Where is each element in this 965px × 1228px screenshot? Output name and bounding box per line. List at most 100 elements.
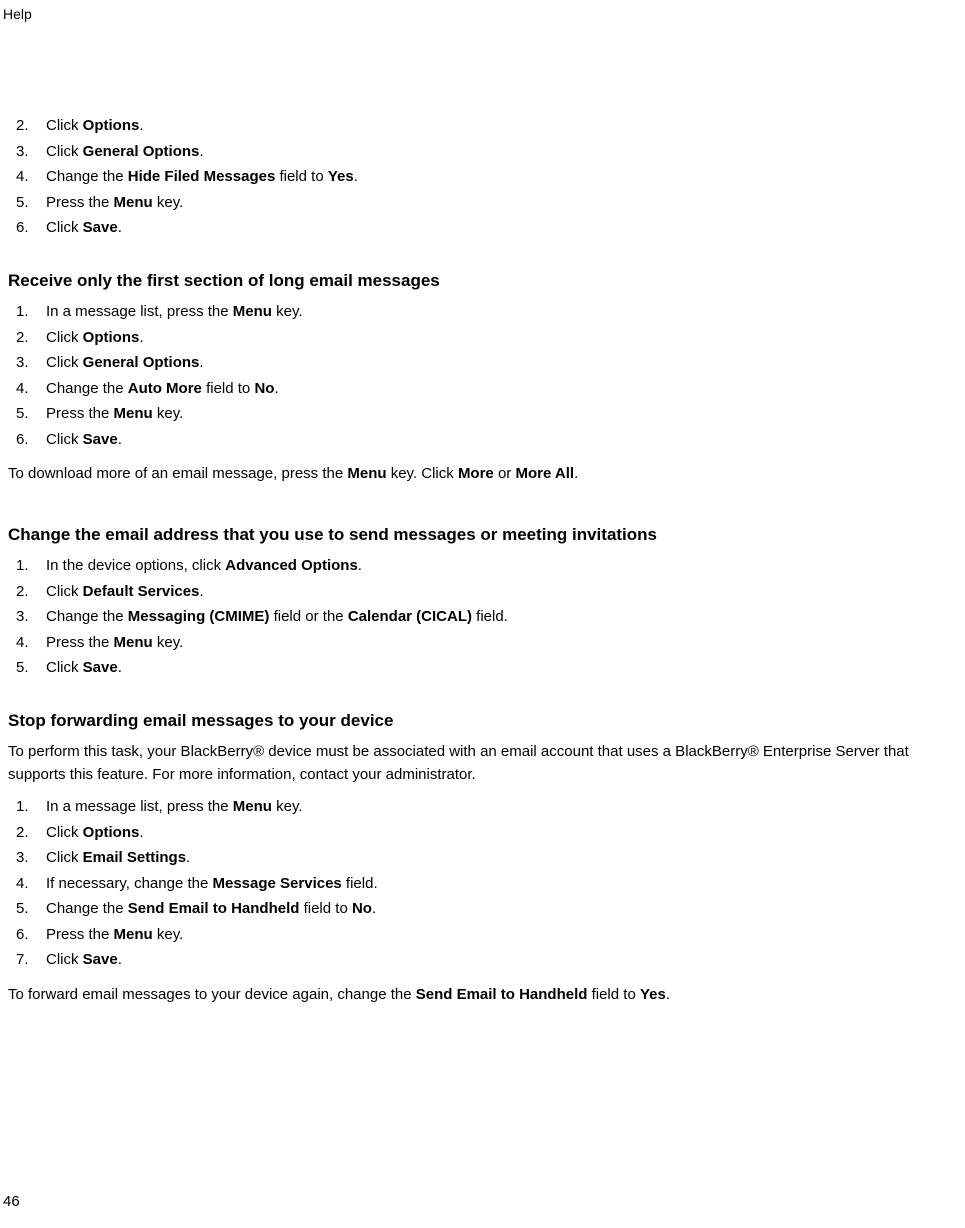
list-text: Click Save.: [46, 949, 957, 972]
list-item: 1. In a message list, press the Menu key…: [16, 796, 957, 819]
text: In a message list, press the: [46, 798, 233, 815]
section-heading: Receive only the first section of long e…: [8, 268, 957, 294]
list-number: 5.: [16, 657, 46, 680]
text: key.: [153, 405, 184, 422]
text: .: [274, 380, 278, 397]
bold-text: General Options: [83, 143, 200, 160]
text: Click: [46, 117, 83, 134]
bold-text: Yes: [328, 168, 354, 185]
text: field to: [275, 168, 328, 185]
list-number: 2.: [16, 581, 46, 604]
list-text: Click Save.: [46, 657, 957, 680]
text: .: [118, 659, 122, 676]
bold-text: Menu: [114, 405, 153, 422]
list-text: Change the Send Email to Handheld field …: [46, 898, 957, 921]
list-item: 7. Click Save.: [16, 949, 957, 972]
bold-text: Email Settings: [83, 849, 186, 866]
text: In a message list, press the: [46, 303, 233, 320]
text: .: [139, 824, 143, 841]
bold-text: Options: [83, 824, 140, 841]
text: Click: [46, 951, 83, 968]
list-item: 4. Change the Hide Filed Messages field …: [16, 166, 957, 189]
bold-text: Send Email to Handheld: [416, 986, 588, 1003]
list-text: Change the Hide Filed Messages field to …: [46, 166, 957, 189]
bold-text: No: [254, 380, 274, 397]
list-item: 5. Press the Menu key.: [16, 403, 957, 426]
list-number: 6.: [16, 429, 46, 452]
text: Click: [46, 354, 83, 371]
section-heading: Change the email address that you use to…: [8, 522, 957, 548]
bold-text: Menu: [114, 194, 153, 211]
list-number: 2.: [16, 115, 46, 138]
bold-text: Auto More: [128, 380, 202, 397]
text: Click: [46, 219, 83, 236]
header-label: Help: [3, 4, 32, 25]
paragraph: To forward email messages to your device…: [8, 984, 957, 1007]
list-text: Click Options.: [46, 327, 957, 350]
list-item: 3. Click Email Settings.: [16, 847, 957, 870]
list-number: 1.: [16, 301, 46, 324]
list-item: 4. Change the Auto More field to No.: [16, 378, 957, 401]
list-number: 1.: [16, 555, 46, 578]
list-number: 3.: [16, 141, 46, 164]
text: key. Click: [387, 465, 458, 482]
bold-text: Save: [83, 659, 118, 676]
list-number: 5.: [16, 403, 46, 426]
list-number: 6.: [16, 217, 46, 240]
bold-text: Menu: [347, 465, 386, 482]
list-text: If necessary, change the Message Service…: [46, 873, 957, 896]
list-text: In the device options, click Advanced Op…: [46, 555, 957, 578]
list-number: 3.: [16, 847, 46, 870]
text: .: [118, 431, 122, 448]
text: To forward email messages to your device…: [8, 986, 416, 1003]
list-text: Click Save.: [46, 429, 957, 452]
text: .: [199, 583, 203, 600]
list-text: Click Save.: [46, 217, 957, 240]
text: Click: [46, 659, 83, 676]
list-item: 2. Click Options.: [16, 115, 957, 138]
bold-text: Menu: [114, 926, 153, 943]
text: To download more of an email message, pr…: [8, 465, 347, 482]
bold-text: Options: [83, 117, 140, 134]
list-text: In a message list, press the Menu key.: [46, 301, 957, 324]
bold-text: More All: [515, 465, 574, 482]
text: Click: [46, 824, 83, 841]
page-number: 46: [3, 1191, 20, 1214]
text: Press the: [46, 405, 114, 422]
list-text: Click General Options.: [46, 352, 957, 375]
bold-text: Options: [83, 329, 140, 346]
bold-text: Messaging (CMIME): [128, 608, 270, 625]
text: field to: [299, 900, 352, 917]
list-text: Click Options.: [46, 115, 957, 138]
list-number: 4.: [16, 378, 46, 401]
text: field to: [202, 380, 255, 397]
text: Change the: [46, 380, 128, 397]
text: .: [354, 168, 358, 185]
list-item: 4. Press the Menu key.: [16, 632, 957, 655]
text: .: [358, 557, 362, 574]
list-text: Press the Menu key.: [46, 632, 957, 655]
bold-text: Save: [83, 951, 118, 968]
text: or: [494, 465, 516, 482]
list-item: 1. In a message list, press the Menu key…: [16, 301, 957, 324]
list-text: Change the Auto More field to No.: [46, 378, 957, 401]
bold-text: Default Services: [83, 583, 200, 600]
list-item: 4. If necessary, change the Message Serv…: [16, 873, 957, 896]
paragraph: To download more of an email message, pr…: [8, 463, 957, 486]
text: If necessary, change the: [46, 875, 213, 892]
list-item: 3. Click General Options.: [16, 141, 957, 164]
text: key.: [153, 634, 184, 651]
list-text: Click Email Settings.: [46, 847, 957, 870]
text: key.: [153, 926, 184, 943]
bold-text: Calendar (CICAL): [348, 608, 472, 625]
list-number: 3.: [16, 606, 46, 629]
text: key.: [272, 798, 303, 815]
text: Change the: [46, 168, 128, 185]
list-number: 6.: [16, 924, 46, 947]
text: Click: [46, 849, 83, 866]
bold-text: Menu: [114, 634, 153, 651]
bold-text: More: [458, 465, 494, 482]
text: Click: [46, 431, 83, 448]
list-number: 5.: [16, 192, 46, 215]
list-number: 2.: [16, 327, 46, 350]
